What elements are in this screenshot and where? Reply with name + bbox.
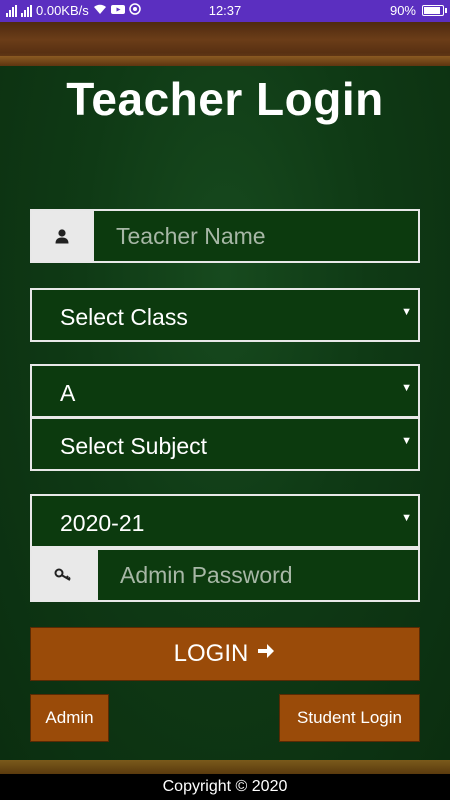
class-select-value: Select Class [60,304,188,330]
year-select[interactable]: 2020-21 ▼ [30,494,420,548]
status-bar: 0.00KB/s 12:37 90% [0,0,450,22]
teacher-name-field [30,209,420,263]
section-select-value: A [60,380,76,406]
dropdown-caret-icon: ▼ [401,512,412,524]
chalkboard-frame-top [0,22,450,66]
page-title: Teacher Login [66,73,384,125]
user-icon [32,211,94,261]
admin-password-input[interactable] [120,550,416,600]
copyright-text: Copyright © 2020 [162,778,288,795]
admin-password-field [30,548,420,602]
student-login-button[interactable]: Student Login [279,694,420,742]
teacher-name-input[interactable] [116,211,416,261]
status-right: 90% [389,3,447,18]
footer: Copyright © 2020 [0,774,450,800]
admin-button[interactable]: Admin [30,694,109,742]
chalkboard-frame-bottom [0,760,450,774]
section-select[interactable]: A ▼ [30,364,420,418]
admin-button-label: Admin [45,708,94,727]
dropdown-caret-icon: ▼ [401,435,412,447]
login-button[interactable]: LOGIN [30,627,420,681]
status-time: 12:37 [208,3,242,18]
student-login-button-label: Student Login [297,708,402,727]
dropdown-caret-icon: ▼ [401,382,412,394]
class-select[interactable]: Select Class ▼ [30,288,420,342]
subject-select-value: Select Subject [60,433,208,459]
dropdown-caret-icon: ▼ [401,306,412,318]
subject-select[interactable]: Select Subject ▼ [30,417,420,471]
battery-icon [422,5,447,16]
key-icon [32,550,98,600]
arrow-right-icon [256,640,276,668]
login-button-label: LOGIN [173,640,249,667]
battery-percent: 90% [389,3,416,18]
year-select-value: 2020-21 [60,510,145,536]
